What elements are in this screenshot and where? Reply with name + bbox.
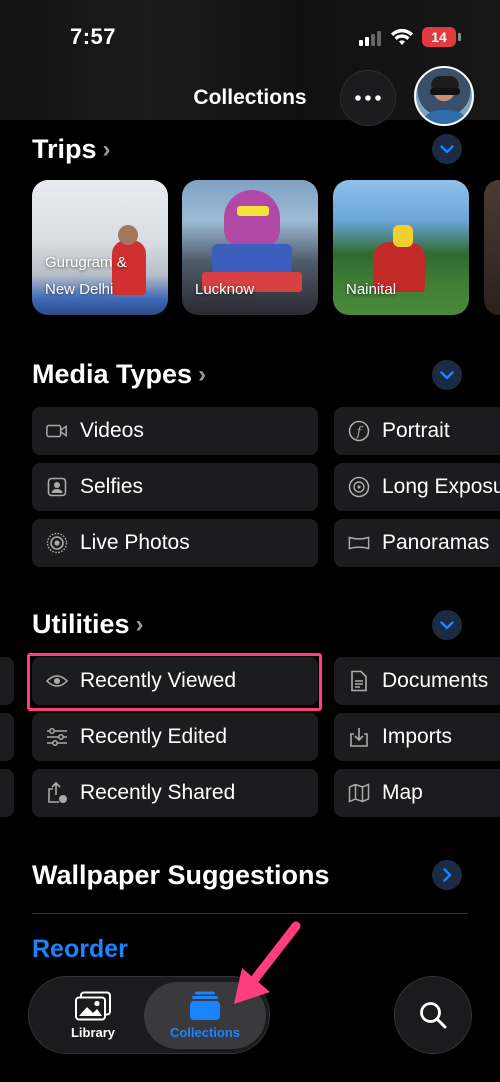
media-type-live-photos[interactable]: Live Photos — [32, 519, 318, 567]
media-type-selfies[interactable]: Selfies — [32, 463, 318, 511]
chevron-right-icon: › — [135, 610, 144, 638]
media-type-panoramas[interactable]: Panoramas — [334, 519, 500, 567]
status-time: 7:57 — [70, 24, 117, 49]
trip-label: Gurugram & New Delhi — [45, 254, 127, 298]
utility-partial-left[interactable] — [0, 657, 14, 705]
trip-card-partial[interactable] — [484, 180, 500, 315]
chevron-right-icon — [442, 868, 451, 882]
battery-indicator: 14 — [422, 27, 456, 47]
trips-title: Trips — [32, 134, 97, 164]
trip-card-nainital[interactable]: Nainital — [333, 180, 469, 315]
utilities-section-header[interactable]: Utilities › — [32, 609, 144, 640]
media-types-collapse-button[interactable] — [432, 360, 462, 390]
photo-library-icon — [75, 991, 111, 1020]
media-type-long-exposure[interactable]: Long Exposure — [334, 463, 500, 511]
reorder-button[interactable]: Reorder — [32, 935, 128, 964]
trip-card-gurugram[interactable]: Gurugram & New Delhi — [32, 180, 168, 315]
trip-card-lucknow[interactable]: Lucknow — [182, 180, 318, 315]
battery-cap — [458, 33, 461, 41]
trip-label: Nainital — [346, 281, 397, 298]
trip-photo-bear — [224, 190, 280, 248]
media-types-title: Media Types — [32, 359, 193, 389]
video-icon — [46, 420, 68, 442]
selfie-icon — [46, 476, 68, 498]
search-icon — [420, 1002, 447, 1029]
chevron-down-icon — [440, 620, 454, 629]
utility-partial-left[interactable] — [0, 769, 14, 817]
chevron-right-icon: › — [102, 135, 111, 163]
chevron-right-icon: › — [198, 360, 207, 388]
utilities-collapse-button[interactable] — [432, 610, 462, 640]
divider — [32, 913, 468, 914]
trips-section-header[interactable]: Trips › — [32, 134, 111, 165]
utility-recently-shared[interactable]: Recently Shared — [32, 769, 318, 817]
utility-partial-left[interactable] — [0, 713, 14, 761]
highlight-box — [27, 653, 322, 711]
status-bar: 7:57 14 — [0, 0, 500, 70]
portrait-f-icon: f — [348, 420, 370, 442]
trip-label: Lucknow — [195, 281, 255, 298]
utility-map[interactable]: Map — [334, 769, 500, 817]
photos-app-screen: 7:57 14 Collections Trips › Gurugram & N… — [0, 0, 500, 1082]
tab-collections-label: Collections — [169, 1025, 241, 1040]
utility-imports[interactable]: Imports — [334, 713, 500, 761]
trips-collapse-button[interactable] — [432, 134, 462, 164]
tab-library[interactable]: Library — [38, 983, 148, 1047]
chevron-down-icon — [440, 370, 454, 379]
collections-stack-icon — [190, 991, 220, 1020]
chevron-down-icon — [440, 144, 454, 153]
map-icon — [348, 782, 370, 804]
panorama-icon — [348, 532, 370, 554]
svg-text:f: f — [356, 425, 364, 440]
import-icon — [348, 726, 370, 748]
wallpaper-expand-button[interactable] — [432, 860, 462, 890]
wallpaper-title: Wallpaper Suggestions — [32, 860, 330, 890]
ellipsis-icon — [355, 95, 381, 101]
long-exposure-icon — [348, 476, 370, 498]
utilities-title: Utilities — [32, 609, 130, 639]
media-types-section-header[interactable]: Media Types › — [32, 359, 206, 390]
share-icon — [46, 781, 68, 804]
cellular-signal-icon — [359, 30, 383, 46]
tab-library-label: Library — [70, 1024, 116, 1040]
wallpaper-suggestions-header[interactable]: Wallpaper Suggestions — [32, 860, 330, 891]
live-photo-icon — [46, 532, 68, 554]
annotation-arrow-icon — [234, 921, 301, 1004]
more-options-button[interactable] — [340, 70, 396, 126]
utility-documents[interactable]: Documents — [334, 657, 500, 705]
wifi-icon — [391, 28, 413, 45]
sliders-icon — [46, 726, 68, 748]
media-type-portrait[interactable]: f Portrait — [334, 407, 500, 455]
profile-avatar[interactable] — [414, 66, 474, 126]
utility-recently-edited[interactable]: Recently Edited — [32, 713, 318, 761]
search-button[interactable] — [394, 976, 472, 1054]
media-type-videos[interactable]: Videos — [32, 407, 318, 455]
document-icon — [348, 670, 370, 692]
